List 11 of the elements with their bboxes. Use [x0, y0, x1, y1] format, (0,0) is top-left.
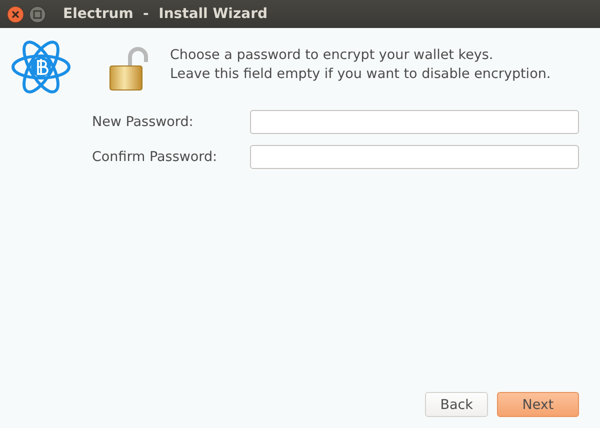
password-field[interactable]	[250, 145, 579, 169]
close-icon[interactable]	[7, 6, 24, 22]
field-label: Confirm Password:	[92, 149, 218, 165]
instruction-text: Choose a password to encrypt your wallet keys. Leave this field empty if you want to disable encryption.	[170, 46, 551, 84]
secondary-button[interactable]: Back	[425, 392, 488, 417]
password-field[interactable]	[250, 110, 579, 134]
default-button[interactable]: Next	[497, 392, 579, 417]
minimize-icon[interactable]	[29, 6, 46, 22]
padlock-icon	[108, 46, 150, 92]
window-title: Electrum - Install Wizard	[63, 6, 268, 22]
field-label: New Password:	[92, 114, 194, 130]
